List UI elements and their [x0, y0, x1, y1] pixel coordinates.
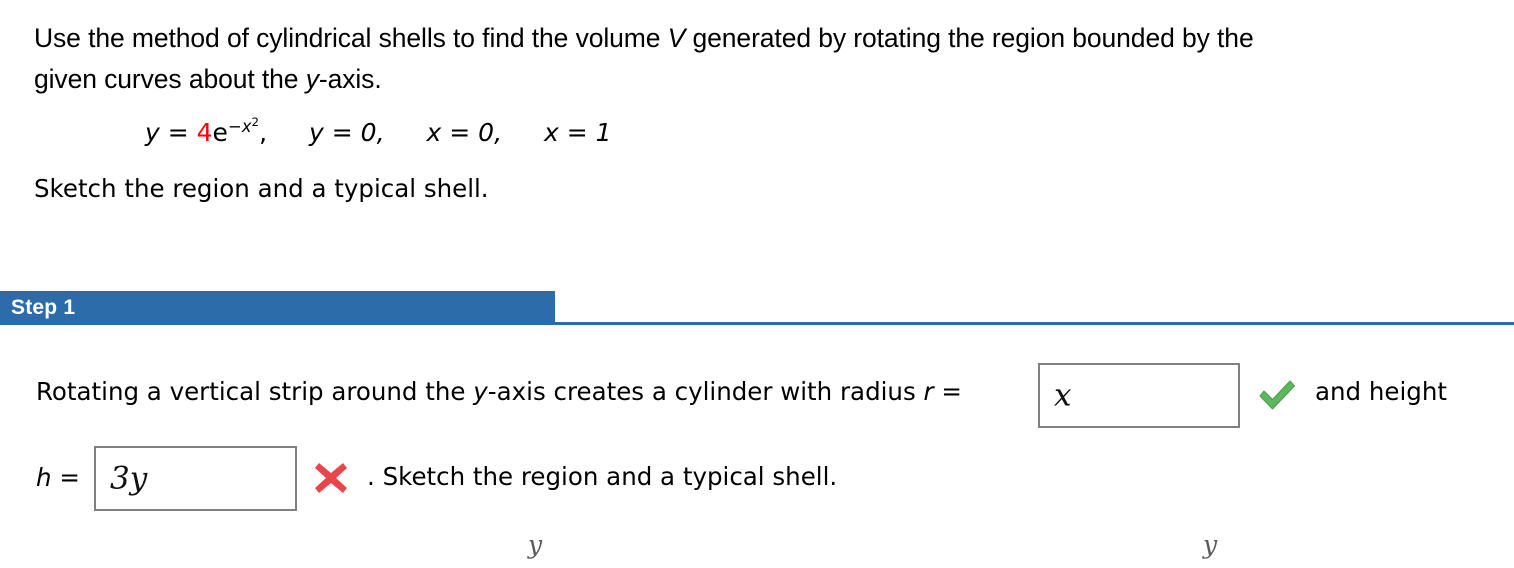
equation-coefficient: 4	[196, 118, 213, 147]
given-curves-equation: y = 4e−x2, y = 0, x = 0, x = 1	[145, 115, 612, 147]
step-1-divider-rule	[555, 322, 1514, 325]
problem-line-1-text-b: generated by rotating the region bounded…	[685, 23, 1254, 53]
radius-answer-input[interactable]: x	[1038, 363, 1240, 428]
equation-exponent: −x2	[227, 115, 260, 136]
step-1-body-line-1: Rotating a vertical strip around the y-a…	[36, 377, 962, 406]
variable-r: r	[923, 377, 934, 406]
height-answer-value: 3y	[110, 459, 148, 496]
correct-check-icon	[1256, 376, 1298, 414]
equation-term-3: x = 0,	[426, 118, 503, 147]
exponent-variable: x	[241, 116, 252, 136]
variable-y: y	[473, 377, 488, 406]
equation-comma: ,	[259, 118, 268, 147]
variable-V: V	[667, 23, 686, 53]
exponent-power: 2	[251, 115, 260, 129]
tail-sentence: . Sketch the region and a typical shell.	[367, 462, 838, 491]
equation-base-e: e	[212, 118, 228, 147]
right-graph-y-axis-label: y	[1203, 530, 1218, 559]
variable-y-axis: y	[305, 64, 319, 94]
height-answer-input[interactable]: 3y	[94, 446, 297, 511]
step-1-header-bar: Step 1	[0, 291, 555, 325]
height-label: h =	[36, 463, 80, 492]
step-1-label: Step 1	[11, 296, 76, 319]
equation-equals-sign: =	[159, 118, 197, 147]
incorrect-x-icon	[312, 459, 350, 497]
exponent-minus-sign: −	[227, 116, 242, 136]
equation-lhs-variable: y	[145, 118, 160, 147]
problem-line-2: given curves about the y-axis.	[34, 59, 1434, 100]
problem-line-2-text-a: given curves about the	[34, 64, 306, 94]
problem-line-2-text-b: -axis.	[318, 64, 382, 94]
problem-statement: Use the method of cylindrical shells to …	[34, 18, 1434, 100]
variable-h: h	[36, 463, 52, 492]
equation-term-4: x = 1	[544, 118, 612, 147]
problem-line-1-text-a: Use the method of cylindrical shells to …	[34, 23, 668, 53]
radius-equals-sign: =	[933, 377, 962, 406]
radius-answer-value: x	[1054, 376, 1072, 413]
sketch-instruction: Sketch the region and a typical shell.	[34, 174, 489, 203]
problem-line-1: Use the method of cylindrical shells to …	[34, 18, 1434, 59]
height-equals-sign: =	[51, 463, 80, 492]
left-graph-y-axis-label: y	[528, 530, 543, 559]
body-prefix-text: Rotating a vertical strip around the	[36, 377, 474, 406]
equation-term-2: y = 0,	[309, 118, 385, 147]
and-height-label: and height	[1315, 377, 1447, 406]
body-mid-text: -axis creates a cylinder with radius	[487, 377, 924, 406]
